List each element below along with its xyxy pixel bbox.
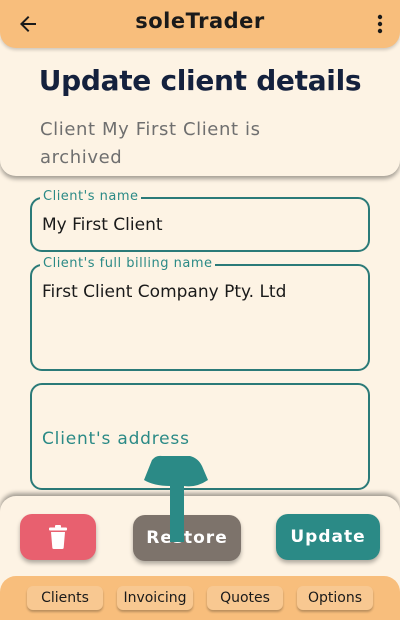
client-name-field[interactable]: Client's name My First Client bbox=[30, 189, 370, 252]
billing-name-value[interactable]: First Client Company Pty. Ltd bbox=[42, 282, 286, 302]
update-button[interactable]: Update bbox=[276, 514, 380, 560]
app-title: soleTrader bbox=[135, 9, 265, 33]
client-name-label: Client's name bbox=[40, 189, 142, 205]
bottom-nav: Clients Invoicing Quotes Options bbox=[0, 576, 400, 620]
archived-status-text: Client My First Client is archived bbox=[40, 119, 261, 168]
client-address-placeholder: Client's address bbox=[42, 429, 190, 449]
nav-item-quotes[interactable]: Quotes bbox=[207, 586, 283, 610]
page-title: Update client details bbox=[38, 64, 362, 97]
billing-name-field[interactable]: Client's full billing name First Client … bbox=[30, 256, 370, 371]
nav-item-clients[interactable]: Clients bbox=[27, 586, 103, 610]
billing-name-label: Client's full billing name bbox=[40, 256, 216, 272]
delete-button[interactable] bbox=[20, 514, 96, 560]
nav-item-invoicing[interactable]: Invoicing bbox=[117, 586, 193, 610]
more-vert-icon[interactable] bbox=[376, 12, 384, 36]
nav-item-options[interactable]: Options bbox=[297, 586, 373, 610]
app-bar: soleTrader bbox=[0, 0, 400, 48]
header-card: Update client details Client My First Cl… bbox=[0, 40, 400, 176]
client-name-value[interactable]: My First Client bbox=[42, 215, 163, 235]
pointing-hand-icon bbox=[144, 455, 208, 542]
trash-icon bbox=[49, 525, 67, 549]
